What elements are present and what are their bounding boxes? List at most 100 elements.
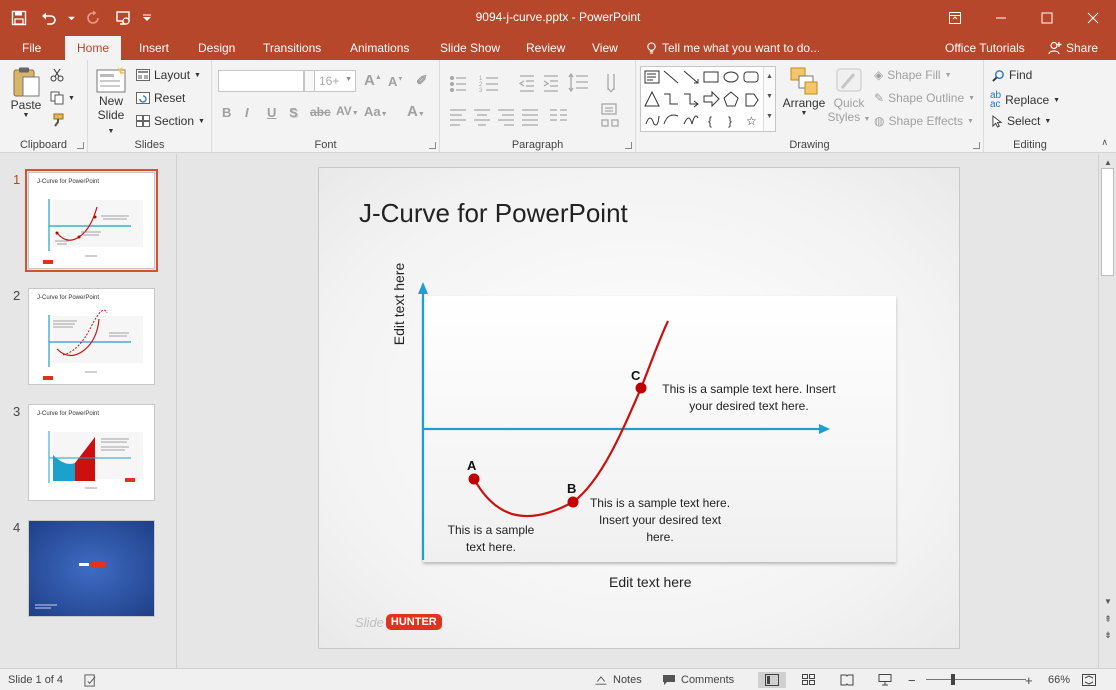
tab-design[interactable]: Design: [188, 36, 245, 60]
tab-slide-show[interactable]: Slide Show: [430, 36, 510, 60]
slide-thumbnail-2[interactable]: J-Curve for PowerPoint: [28, 288, 155, 385]
layout-button[interactable]: Layout ▼: [136, 68, 201, 82]
tab-home[interactable]: Home: [65, 36, 122, 60]
tab-transitions[interactable]: Transitions: [253, 36, 331, 60]
normal-view-icon[interactable]: [758, 672, 786, 688]
freeform-shape-icon: [645, 115, 660, 126]
scrollbar-thumb[interactable]: [1101, 168, 1114, 276]
bold-icon[interactable]: B: [222, 105, 231, 120]
x-axis-label[interactable]: Edit text here: [609, 574, 692, 590]
underline-icon[interactable]: U: [267, 105, 276, 120]
format-painter-button[interactable]: [50, 113, 64, 127]
paste-button[interactable]: Paste ▼: [8, 66, 44, 119]
tell-me-box[interactable]: Tell me what you want to do...: [636, 36, 830, 60]
minimize-icon[interactable]: [978, 0, 1024, 36]
italic-icon[interactable]: I: [245, 105, 249, 120]
tab-animations[interactable]: Animations: [340, 36, 419, 60]
zoom-level[interactable]: 66%: [1048, 672, 1070, 688]
slidehunter-logo: Slide HUNTER: [355, 614, 442, 630]
y-axis-label[interactable]: Edit text here: [391, 224, 407, 384]
callout-c[interactable]: This is a sample text here. Insert your …: [649, 381, 849, 415]
section-button[interactable]: Section ▼: [136, 114, 205, 128]
x-axis-arrowhead: [819, 424, 830, 434]
left-brace-shape-icon: {: [708, 114, 712, 128]
current-slide[interactable]: J-Curve for PowerPoint A B C Edit text h…: [318, 167, 960, 649]
replace-button[interactable]: ab ac Replace ▼: [990, 91, 1060, 110]
drawing-launcher-icon[interactable]: [973, 142, 980, 149]
new-slide-button[interactable]: New Slide ▼: [94, 64, 128, 136]
slide-thumbnail-3[interactable]: J-Curve for PowerPoint: [28, 404, 155, 501]
collapse-ribbon-icon[interactable]: ∧: [1101, 137, 1108, 148]
comments-button[interactable]: Comments: [662, 672, 734, 688]
callout-a[interactable]: This is a sample text here.: [437, 522, 545, 556]
close-icon[interactable]: [1070, 0, 1116, 36]
shape-fill-button[interactable]: ◈ Shape Fill ▼: [874, 68, 952, 82]
strikethrough-icon[interactable]: abc: [310, 105, 331, 119]
clear-formatting-icon[interactable]: ✐: [416, 72, 428, 89]
arrange-button[interactable]: Arrange ▼: [780, 66, 828, 117]
fit-slide-icon[interactable]: [1082, 672, 1096, 688]
character-spacing-icon[interactable]: AV▼: [336, 104, 359, 118]
triangle-shape-icon: [644, 90, 660, 107]
shape-effects-button[interactable]: ◍ Shape Effects ▼: [874, 114, 974, 128]
select-button[interactable]: Select ▼: [992, 114, 1051, 128]
clipboard-launcher-icon[interactable]: [77, 142, 84, 149]
paragraph-launcher-icon[interactable]: [625, 142, 632, 149]
spell-check-icon[interactable]: [84, 672, 97, 688]
text-shadow-icon[interactable]: S: [289, 105, 298, 120]
cut-button[interactable]: [50, 68, 64, 82]
ribbon-display-options-icon[interactable]: [932, 0, 978, 36]
reading-view-icon[interactable]: [840, 672, 854, 688]
maximize-icon[interactable]: [1024, 0, 1070, 36]
person-icon: [1048, 41, 1062, 55]
tab-insert[interactable]: Insert: [129, 36, 179, 60]
tab-view[interactable]: View: [582, 36, 628, 60]
paint-bucket-icon: ◈: [874, 68, 884, 82]
decrease-font-size-icon[interactable]: A▼: [388, 74, 403, 89]
copy-dropdown-icon: ▼: [68, 94, 75, 102]
right-arrow-shape-icon: [703, 90, 720, 108]
quick-styles-button[interactable]: Quick Styles ▼: [826, 66, 872, 124]
thumbnail-1-graphic: [43, 199, 143, 264]
font-name-input[interactable]: [218, 70, 304, 92]
tab-review[interactable]: Review: [516, 36, 575, 60]
shape-outline-button[interactable]: ✎ Shape Outline ▼: [874, 91, 975, 105]
shapes-gallery[interactable]: { } ☆ ▲ ▼ ▼: [640, 66, 776, 132]
slide-thumbnail-1[interactable]: J-Curve for PowerPoint: [25, 169, 158, 272]
zoom-slider[interactable]: [926, 679, 1026, 680]
zoom-out-icon[interactable]: −: [908, 672, 916, 688]
zoom-in-icon[interactable]: +: [1025, 672, 1033, 688]
numbering-icon: 123: [479, 76, 498, 94]
copy-button[interactable]: ▼: [50, 91, 75, 105]
slide-show-icon[interactable]: [878, 672, 892, 688]
thumbnail-number: 4: [13, 520, 21, 535]
slide-sorter-icon[interactable]: [802, 672, 816, 688]
share-button[interactable]: Share: [1048, 38, 1098, 58]
text-direction-icon: [607, 74, 615, 93]
notes-button[interactable]: Notes: [594, 672, 642, 688]
next-slide-icon[interactable]: ⇟: [1102, 630, 1114, 640]
scroll-up-icon[interactable]: ▲: [1102, 157, 1114, 167]
scroll-down-icon[interactable]: ▼: [1102, 596, 1114, 606]
slide-thumbnail-4[interactable]: [28, 520, 155, 617]
vertical-scrollbar[interactable]: ▲ ▼ ⇞ ⇟: [1098, 154, 1116, 668]
window-controls: [932, 0, 1116, 36]
increase-font-size-icon[interactable]: A▲: [364, 72, 382, 89]
slide-editing-area: J-Curve for PowerPoint A B C Edit text h…: [178, 154, 1098, 668]
shapes-gallery-scroll[interactable]: ▲ ▼ ▼: [763, 67, 775, 131]
zoom-slider-handle[interactable]: [951, 674, 955, 685]
callout-b[interactable]: This is a sample text here. Insert your …: [577, 495, 743, 546]
tab-file[interactable]: File: [12, 36, 51, 60]
reset-button[interactable]: Reset: [136, 91, 185, 105]
font-launcher-icon[interactable]: [429, 142, 436, 149]
change-case-icon[interactable]: Aa▼: [364, 104, 388, 119]
font-color-icon[interactable]: A▼: [407, 103, 425, 120]
previous-slide-icon[interactable]: ⇞: [1102, 614, 1114, 624]
thumbnail-number: 3: [13, 404, 21, 419]
font-size-input[interactable]: 16+ ▼: [314, 70, 356, 92]
line-spacing-icon: [568, 72, 588, 93]
lightbulb-icon: [647, 41, 656, 54]
office-tutorials-link[interactable]: Office Tutorials: [935, 36, 1035, 60]
find-button[interactable]: Find: [992, 68, 1032, 82]
editing-label: Editing: [1013, 139, 1047, 151]
